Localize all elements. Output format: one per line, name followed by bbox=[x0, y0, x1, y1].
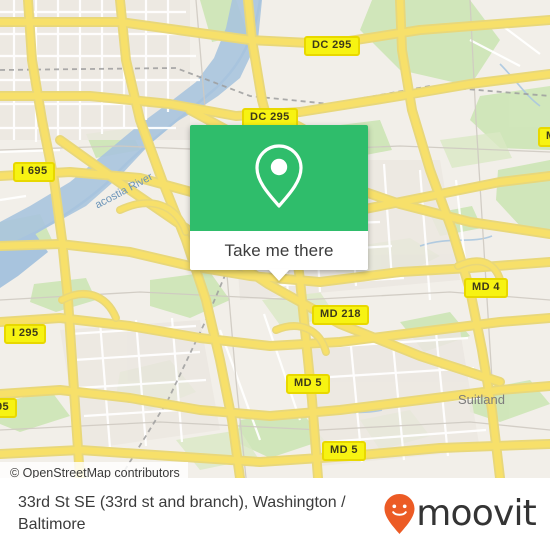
road-shield-i295-clipped: 95 bbox=[0, 398, 18, 418]
footer-bar: 33rd St SE (33rd st and branch), Washing… bbox=[0, 478, 550, 550]
road-shield-md5-upper: MD 5 bbox=[286, 374, 330, 394]
road-shield-i295: I 295 bbox=[4, 324, 47, 344]
map-canvas[interactable]: acostia River Suitland DC 295 DC 295 I 6… bbox=[0, 0, 550, 478]
map-pin-icon bbox=[250, 141, 308, 216]
moovit-wordmark: moovit bbox=[416, 493, 537, 534]
screenshot-root: acostia River Suitland DC 295 DC 295 I 6… bbox=[0, 0, 550, 550]
destination-popup-card[interactable]: Take me there bbox=[190, 125, 368, 281]
osm-attribution[interactable]: © OpenStreetMap contributors bbox=[0, 462, 188, 478]
road-shield-clipped-right: M bbox=[538, 127, 550, 147]
road-shield-md4: MD 4 bbox=[464, 278, 508, 298]
moovit-logo[interactable]: moovit bbox=[383, 493, 537, 535]
take-me-there-label: Take me there bbox=[224, 240, 334, 260]
popup-pointer-tail bbox=[268, 269, 290, 281]
road-shield-md218: MD 218 bbox=[312, 305, 369, 325]
popup-card-footer[interactable]: Take me there bbox=[190, 231, 368, 281]
road-shield-dc295-north: DC 295 bbox=[304, 36, 360, 56]
popup-card-header bbox=[190, 125, 368, 231]
place-label-suitland: Suitland bbox=[458, 392, 505, 407]
location-title: 33rd St SE (33rd st and branch), Washing… bbox=[18, 494, 346, 533]
moovit-pin-smiley-icon bbox=[383, 493, 416, 535]
road-shield-md5-lower: MD 5 bbox=[322, 441, 366, 461]
road-shield-i695: I 695 bbox=[13, 162, 56, 182]
